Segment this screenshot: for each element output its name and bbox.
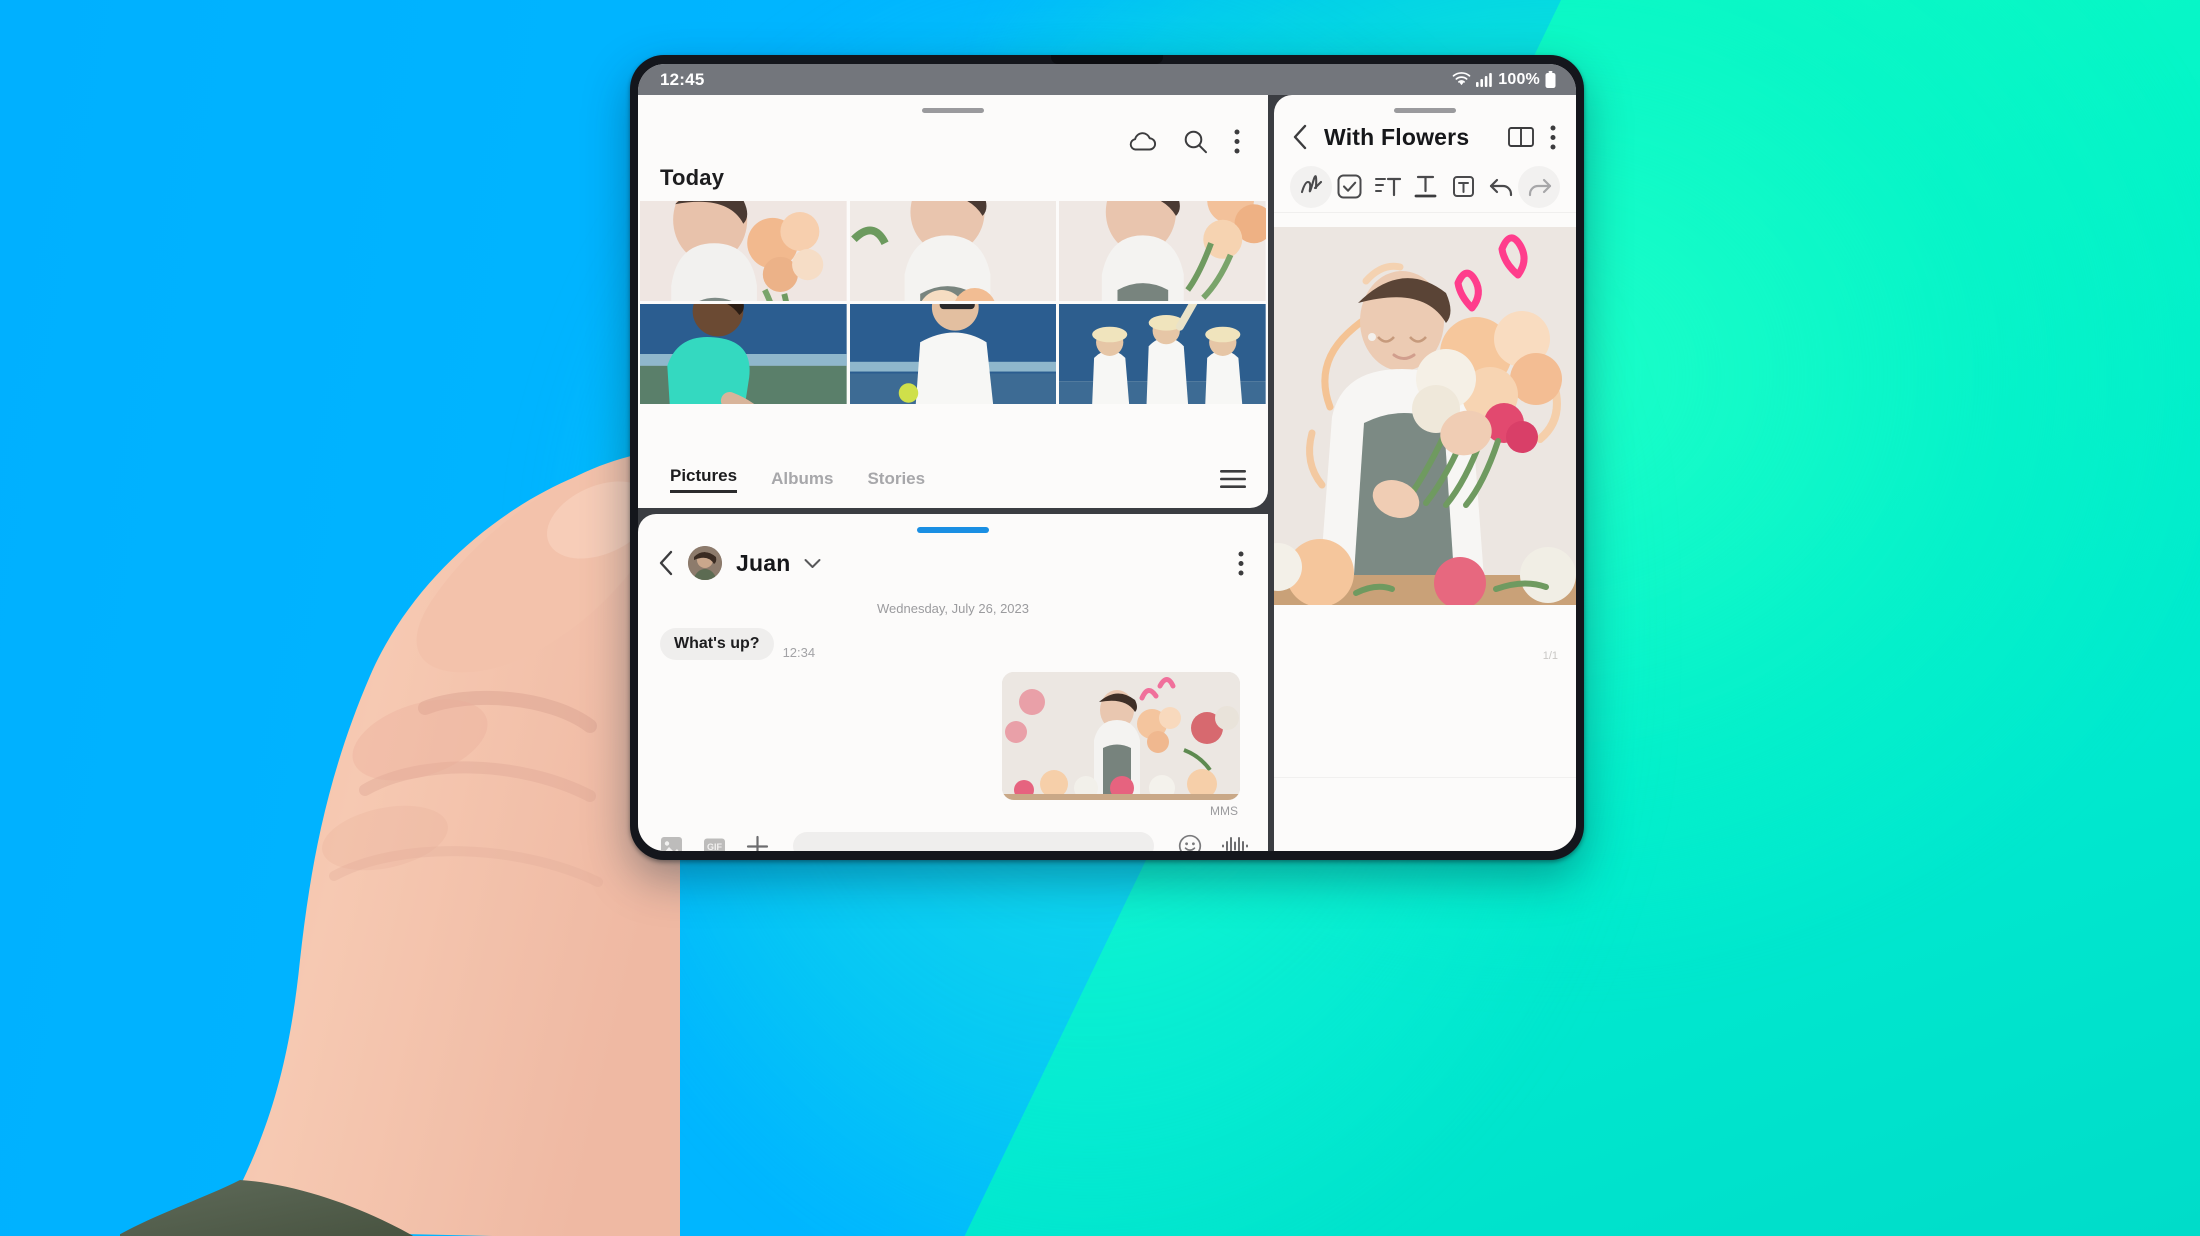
gallery-photo-4[interactable] bbox=[849, 304, 1057, 404]
text-box-icon[interactable] bbox=[1444, 174, 1482, 199]
gallery-toolbar bbox=[638, 113, 1268, 157]
status-bar: 12:45 100% bbox=[638, 64, 1576, 95]
message-row-received: What's up? 12:34 bbox=[660, 628, 1246, 660]
gallery-photo-0[interactable] bbox=[640, 201, 847, 301]
gallery-photo-grid bbox=[638, 201, 1268, 404]
gallery-more-vertical-icon[interactable] bbox=[1234, 129, 1240, 154]
contact-name: Juan bbox=[736, 549, 791, 576]
tab-stories[interactable]: Stories bbox=[867, 469, 925, 489]
emoji-smiley-icon[interactable] bbox=[1178, 834, 1202, 851]
messages-app-window: Juan Wednesday, July 26, 2023 What's up?… bbox=[638, 514, 1268, 851]
notes-back-chevron-left-icon[interactable] bbox=[1292, 124, 1308, 150]
message-bubble-text[interactable]: What's up? bbox=[660, 628, 774, 660]
mms-image-thumbnail[interactable] bbox=[1002, 672, 1240, 800]
split-screen-container: Today Pictures Albums Stories Juan Wedne… bbox=[638, 95, 1576, 851]
battery-percent: 100% bbox=[1498, 70, 1540, 88]
device-screen: 12:45 100% Today Pictures Albums Stories… bbox=[638, 64, 1576, 851]
messages-more-vertical-icon[interactable] bbox=[1238, 551, 1244, 576]
gallery-photo-5[interactable] bbox=[1059, 304, 1266, 404]
gallery-photo-3[interactable] bbox=[640, 304, 847, 404]
gallery-photo-2[interactable] bbox=[1059, 201, 1266, 301]
cloud-icon[interactable] bbox=[1127, 130, 1157, 153]
right-column: With Flowers 1/1 bbox=[1274, 95, 1576, 851]
pen-icon[interactable] bbox=[1290, 165, 1332, 208]
foldable-phone-device: 12:45 100% Today Pictures Albums Stories… bbox=[630, 55, 1584, 860]
battery-full-icon bbox=[1545, 71, 1556, 88]
messages-header: Juan bbox=[638, 533, 1268, 587]
message-composer: GIF bbox=[638, 818, 1268, 851]
gallery-section-title: Today bbox=[660, 165, 725, 190]
sticker-icon[interactable]: GIF bbox=[703, 835, 726, 852]
notes-app-window: With Flowers 1/1 bbox=[1274, 95, 1576, 851]
svg-text:GIF: GIF bbox=[707, 842, 723, 852]
gallery-icon[interactable] bbox=[660, 835, 683, 851]
gallery-photo-1[interactable] bbox=[849, 201, 1057, 301]
signal-bars-icon bbox=[1476, 72, 1493, 87]
mms-label: MMS bbox=[1210, 804, 1238, 818]
plus-icon[interactable] bbox=[746, 835, 769, 851]
audio-waveform-icon[interactable] bbox=[1222, 835, 1248, 851]
notes-more-vertical-icon[interactable] bbox=[1550, 125, 1556, 150]
note-title: With Flowers bbox=[1324, 123, 1470, 150]
status-time: 12:45 bbox=[660, 69, 705, 89]
contact-avatar[interactable] bbox=[688, 546, 722, 580]
tab-pictures[interactable]: Pictures bbox=[670, 466, 738, 493]
message-timestamp: 12:34 bbox=[782, 645, 816, 660]
gallery-app-window: Today Pictures Albums Stories bbox=[638, 95, 1268, 508]
notes-toolbar bbox=[1274, 161, 1576, 213]
search-icon[interactable] bbox=[1182, 128, 1209, 155]
gallery-tab-bar: Pictures Albums Stories bbox=[638, 450, 1268, 508]
tab-albums[interactable]: Albums bbox=[771, 469, 833, 489]
checkbox-icon[interactable] bbox=[1330, 174, 1368, 199]
wifi-icon bbox=[1452, 72, 1471, 87]
message-attachment: MMS bbox=[660, 672, 1246, 818]
book-view-icon[interactable] bbox=[1508, 126, 1534, 148]
note-canvas[interactable]: 1/1 bbox=[1274, 213, 1576, 851]
note-page-marker: 1/1 bbox=[1542, 650, 1558, 662]
note-footer-divider bbox=[1274, 777, 1576, 778]
redo-icon[interactable] bbox=[1518, 165, 1560, 208]
undo-icon[interactable] bbox=[1482, 175, 1520, 199]
text-format-icon[interactable] bbox=[1406, 174, 1444, 199]
message-input[interactable] bbox=[793, 832, 1154, 851]
messages-back-chevron-left-icon[interactable] bbox=[658, 550, 674, 576]
paragraph-text-icon[interactable] bbox=[1368, 174, 1406, 199]
date-separator: Wednesday, July 26, 2023 bbox=[876, 601, 1029, 616]
message-list: What's up? 12:34 MMS bbox=[638, 628, 1268, 818]
hamburger-menu-icon[interactable] bbox=[1220, 470, 1246, 488]
left-column: Today Pictures Albums Stories Juan Wedne… bbox=[638, 95, 1268, 851]
notes-header: With Flowers bbox=[1274, 113, 1576, 161]
note-content-image[interactable] bbox=[1274, 227, 1576, 605]
contact-chevron-down-icon[interactable] bbox=[804, 558, 821, 569]
